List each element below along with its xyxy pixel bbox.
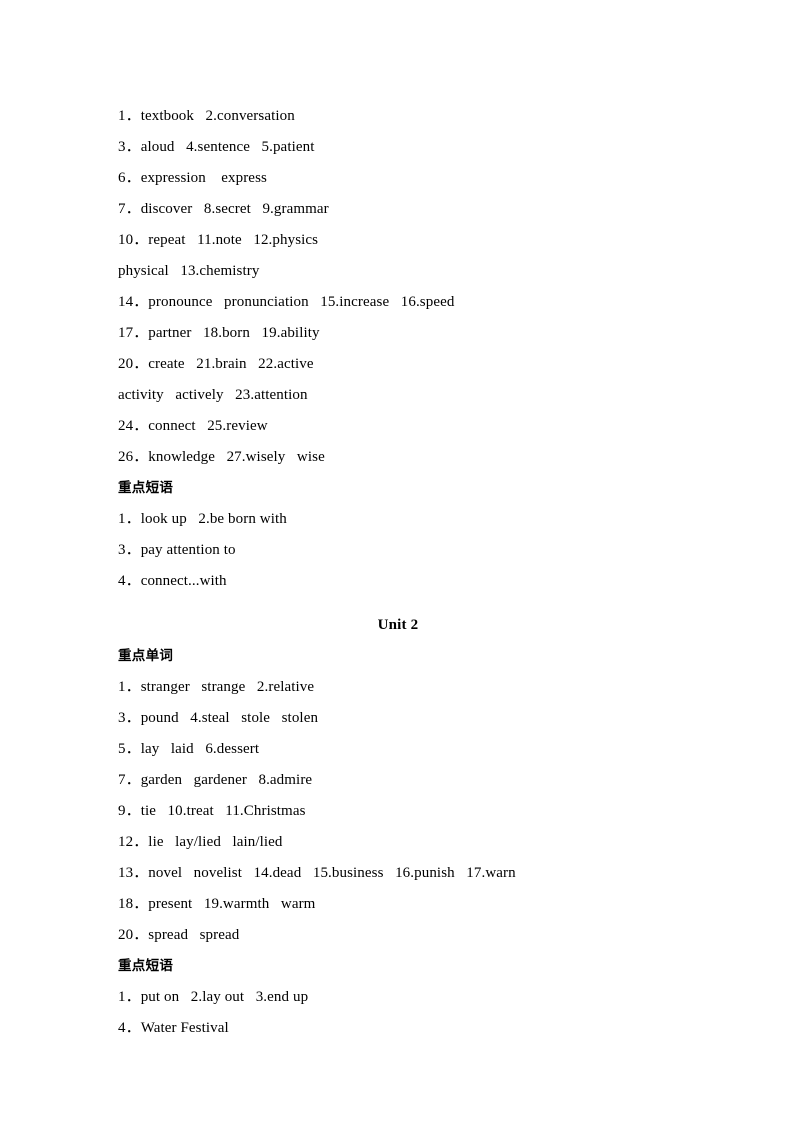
word-line: 14．pronounce pronunciation 15.increase 1… [118, 294, 455, 310]
word-line: activity actively 23.attention [118, 387, 308, 403]
word-line: 7．garden gardener 8.admire [118, 772, 313, 788]
unit1-phrases-heading: 重点短语 [118, 480, 174, 496]
phrase-line: 1．look up 2.be born with [118, 511, 287, 527]
phrase-line: 4．Water Festival [118, 1020, 229, 1036]
word-line: 9．tie 10.treat 11.Christmas [118, 803, 306, 819]
unit2-words-heading: 重点单词 [118, 648, 174, 664]
word-line: 24．connect 25.review [118, 418, 268, 434]
word-line: 17．partner 18.born 19.ability [118, 325, 320, 341]
word-line: 10．repeat 11.note 12.physics [118, 232, 319, 248]
word-line: 1．textbook 2.conversation [118, 108, 295, 124]
phrase-line: 3．pay attention to [118, 542, 236, 558]
word-line: 1．stranger strange 2.relative [118, 679, 315, 695]
word-line: 13．novel novelist 14.dead 15.business 16… [118, 865, 516, 881]
word-line: 26．knowledge 27.wisely wise [118, 449, 325, 465]
word-line: 3．aloud 4.sentence 5.patient [118, 139, 315, 155]
word-line: 6．expression express [118, 170, 267, 186]
unit2-title: Unit 2 [377, 617, 419, 633]
word-line: physical 13.chemistry [118, 263, 260, 279]
word-line: 5．lay laid 6.dessert [118, 741, 260, 757]
unit2-word-section: 重点单词 1．stranger strange 2.relative 3．pou… [118, 641, 678, 951]
unit1-phrase-section: 重点短语 1．look up 2.be born with 3．pay atte… [118, 473, 678, 597]
document-body: 1．textbook 2.conversation 3．aloud 4.sent… [118, 101, 678, 1044]
word-line: 3．pound 4.steal stole stolen [118, 710, 319, 726]
phrase-line: 1．put on 2.lay out 3.end up [118, 989, 309, 1005]
phrase-line: 4．connect...with [118, 573, 227, 589]
word-line: 20．spread spread [118, 927, 240, 943]
unit2-phrases-heading: 重点短语 [118, 958, 174, 974]
worksheet-page: 1．textbook 2.conversation 3．aloud 4.sent… [0, 0, 794, 1123]
word-line: 18．present 19.warmth warm [118, 896, 316, 912]
unit1-word-list: 1．textbook 2.conversation 3．aloud 4.sent… [118, 101, 678, 473]
word-line: 20．create 21.brain 22.active [118, 356, 314, 372]
word-line: 7．discover 8.secret 9.grammar [118, 201, 329, 217]
word-line: 12．lie lay/lied lain/lied [118, 834, 283, 850]
unit2-phrase-section: 重点短语 1．put on 2.lay out 3.end up 4．Water… [118, 951, 678, 1044]
